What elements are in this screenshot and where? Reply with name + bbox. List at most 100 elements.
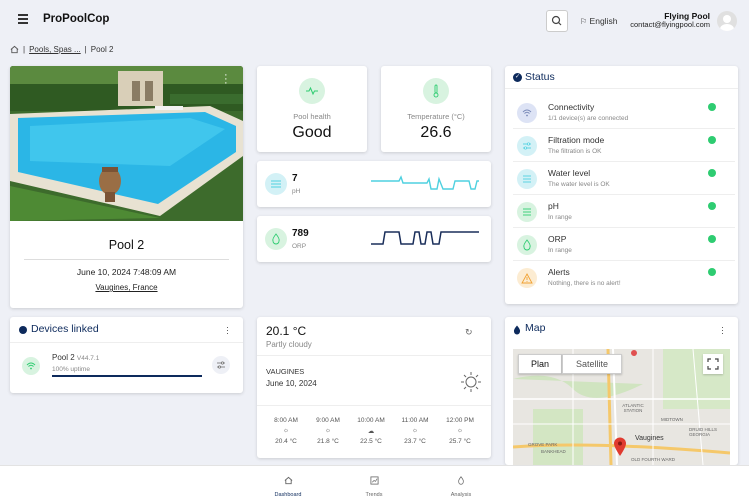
- avatar[interactable]: [717, 11, 737, 31]
- breadcrumb: | Pools, Spas ... | Pool 2: [10, 45, 113, 54]
- ph-card[interactable]: 7 pH: [257, 161, 491, 207]
- devices-more-icon[interactable]: · · ·: [226, 323, 229, 338]
- sun-icon: ☼: [283, 427, 289, 434]
- pool-card: · · · Pool 2 June 10, 2024 7:48:09 AM Vaug…: [10, 66, 243, 308]
- status-row-filtration[interactable]: Filtration mode The filtration is OK: [513, 130, 735, 162]
- devices-card: Devices linked · · · Pool 2 V44.7.1 100% u…: [10, 317, 243, 393]
- map-more-icon[interactable]: · · ·: [721, 323, 724, 338]
- weather-city: VAUGINES: [266, 367, 305, 376]
- health-value: Good: [292, 124, 332, 141]
- map-label: DRUID HILLS GEORGIA: [689, 427, 718, 437]
- fullscreen-button[interactable]: [703, 354, 723, 374]
- temperature-card[interactable]: Temperature (°C) 26.6: [381, 66, 491, 152]
- bottom-nav: Dashboard Trends Analysis: [0, 465, 749, 500]
- hourly-item: 10:00 AM ☁ 22.5 °C: [351, 417, 391, 445]
- map-card: Map · · · ATLANTIC STATION MIDTOWN Vaugine…: [505, 317, 738, 465]
- pool-date: June 10, 2024 7:48:09 AM: [76, 267, 177, 277]
- pool-location[interactable]: Vaugines, France: [10, 283, 243, 292]
- water-level-icon: [517, 169, 537, 189]
- user-email: contact@flyingpool.com: [630, 20, 710, 29]
- weather-condition: Partly cloudy: [266, 340, 312, 349]
- sun-icon: ☼: [325, 427, 331, 434]
- devices-title: Devices linked: [31, 323, 99, 335]
- weather-card: 20.1 °C Partly cloudy ↻ VAUGINES June 10…: [257, 317, 491, 458]
- map-label: OLD FOURTH WARD: [631, 457, 676, 462]
- nav-dashboard[interactable]: Dashboard: [268, 472, 308, 498]
- hourly-item: 8:00 AM ☼ 20.4 °C: [266, 417, 306, 445]
- drop-icon: [517, 235, 537, 255]
- status-row-water-level[interactable]: Water level The water level is OK: [513, 163, 735, 195]
- map-tab-plan[interactable]: Plan: [518, 354, 562, 374]
- orp-value: 789: [292, 228, 309, 239]
- warning-icon: [517, 268, 537, 288]
- health-label: Pool health: [293, 112, 331, 121]
- divider: [24, 259, 229, 260]
- orp-label: ORP: [292, 243, 307, 250]
- uptime-bar: [52, 375, 202, 377]
- check-circle-icon: ✓: [513, 73, 522, 82]
- sun-icon: [461, 372, 481, 392]
- map-label: MIDTOWN: [661, 417, 683, 422]
- status-row-ph[interactable]: pH In range: [513, 196, 735, 228]
- app-title[interactable]: ProPoolCop: [43, 13, 109, 25]
- nav-trends[interactable]: Trends: [354, 472, 394, 498]
- sliders-icon: [217, 361, 225, 369]
- pool-name: Pool 2: [108, 238, 145, 252]
- status-row-alerts[interactable]: Alerts Nothing, there is no alert!: [513, 262, 735, 294]
- flag-icon: ⚐: [580, 17, 588, 26]
- map-label: Vaugines: [635, 435, 664, 442]
- fullscreen-icon: [707, 358, 719, 370]
- device-settings-button[interactable]: [212, 356, 230, 374]
- divider: [10, 342, 243, 343]
- ph-label: pH: [292, 188, 301, 195]
- status-row-orp[interactable]: ORP In range: [513, 229, 735, 261]
- orp-card[interactable]: 789 ORP: [257, 216, 491, 262]
- temperature-label: Temperature (°C): [407, 112, 465, 121]
- ph-sparkline: [371, 175, 479, 190]
- home-icon: [284, 476, 292, 485]
- map-view[interactable]: ATLANTIC STATION MIDTOWN Vaugines GROVE …: [513, 349, 730, 465]
- status-card: ✓ Status Connectivity 1/1 device(s) are …: [505, 66, 738, 304]
- thermometer-icon: [423, 78, 449, 104]
- top-bar: ProPoolCop ⚐ English Flying Pool contact…: [0, 0, 749, 40]
- uptime-bar-fill: [52, 375, 202, 377]
- heartbeat-icon: [299, 78, 325, 104]
- menu-icon[interactable]: [18, 14, 28, 24]
- wifi-icon: [22, 357, 40, 375]
- cloud-icon: ☁: [367, 428, 375, 435]
- devices-icon: [19, 326, 27, 334]
- status-indicator: [708, 103, 716, 111]
- search-button[interactable]: [546, 10, 568, 32]
- nav-label: Dashboard: [274, 492, 302, 498]
- search-icon: [551, 15, 562, 26]
- device-version: V44.7.1: [76, 355, 100, 362]
- sliders-icon: [517, 136, 537, 156]
- map-label: BANKHEAD: [541, 449, 566, 454]
- nav-label: Analysis: [450, 492, 472, 498]
- status-row-connectivity[interactable]: Connectivity 1/1 device(s) are connected: [513, 97, 735, 129]
- breadcrumb-parent[interactable]: Pools, Spas ...: [29, 45, 81, 54]
- divider: [257, 405, 491, 406]
- breadcrumb-current: Pool 2: [90, 45, 114, 54]
- nav-analysis[interactable]: Analysis: [441, 472, 481, 498]
- status-indicator: [708, 136, 716, 144]
- map-tab-satellite[interactable]: Satellite: [562, 354, 622, 374]
- more-options-icon[interactable]: · · ·: [224, 70, 230, 89]
- status-title: Status: [525, 71, 555, 83]
- device-uptime: 100% uptime: [52, 366, 90, 373]
- drop-icon: [458, 476, 464, 485]
- wifi-icon: [517, 103, 537, 123]
- orp-sparkline: [371, 231, 479, 245]
- pool-health-card[interactable]: Pool health Good: [257, 66, 367, 152]
- map-pin-icon: [513, 325, 521, 335]
- home-icon[interactable]: [10, 45, 19, 54]
- hourly-item: 9:00 AM ☼ 21.8 °C: [308, 417, 348, 445]
- status-indicator: [708, 202, 716, 210]
- divider: [257, 355, 491, 356]
- device-item[interactable]: Pool 2 V44.7.1: [52, 353, 99, 362]
- drop-icon: [265, 228, 287, 250]
- refresh-icon[interactable]: ↻: [465, 327, 473, 338]
- location-marker-icon: [614, 437, 626, 456]
- hourly-item: 11:00 AM ☼ 23.7 °C: [395, 417, 435, 445]
- weather-temp: 20.1 °C: [266, 324, 307, 338]
